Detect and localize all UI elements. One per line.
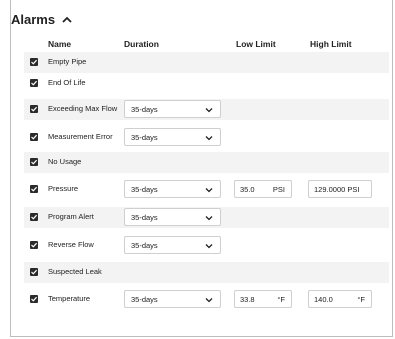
alarm-name: Exceeding Max Flow — [48, 104, 118, 113]
alarm-checkbox[interactable] — [30, 58, 38, 66]
alarm-checkbox[interactable] — [30, 185, 38, 193]
chevron-down-icon — [205, 136, 213, 141]
check-icon — [31, 80, 38, 86]
low-limit-value: 35.0 — [240, 185, 255, 194]
alarm-row: Reverse Flow 35-days — [24, 235, 389, 256]
duration-select[interactable]: 35-days — [124, 208, 221, 226]
alarm-row: Measurement Error 35-days — [24, 127, 389, 148]
section-title: Alarms — [11, 12, 56, 27]
column-header-name: Name — [48, 39, 72, 49]
alarm-checkbox[interactable] — [30, 295, 38, 303]
check-icon — [31, 296, 38, 302]
alarm-name: No Usage — [48, 157, 82, 166]
alarm-checkbox[interactable] — [30, 268, 38, 276]
high-limit-value: 129.0000 PSI — [314, 185, 360, 194]
alarm-checkbox[interactable] — [30, 241, 38, 249]
duration-value: 35-days — [131, 295, 158, 304]
column-header-high-limit: High Limit — [310, 39, 352, 49]
high-limit-value: 140.0 — [314, 295, 333, 304]
check-icon — [31, 242, 38, 248]
alarm-row: No Usage — [24, 152, 389, 173]
high-limit-input[interactable]: 129.0000 PSI — [308, 180, 372, 198]
duration-value: 35-days — [131, 105, 158, 114]
check-icon — [31, 214, 38, 220]
chevron-down-icon — [205, 244, 213, 249]
alarm-row: Program Alert 35-days — [24, 207, 389, 228]
high-limit-unit: °F — [357, 295, 365, 304]
column-header-low-limit: Low Limit — [236, 39, 276, 49]
alarm-checkbox[interactable] — [30, 105, 38, 113]
check-icon — [31, 269, 38, 275]
check-icon — [31, 134, 38, 140]
column-header-duration: Duration — [124, 39, 159, 49]
low-limit-input[interactable]: 33.8 °F — [234, 290, 292, 308]
alarm-row: Suspected Leak — [24, 262, 389, 283]
check-icon — [31, 59, 38, 65]
duration-value: 35-days — [131, 213, 158, 222]
alarm-name: Suspected Leak — [48, 267, 102, 276]
alarm-name: Program Alert — [48, 212, 94, 221]
duration-value: 35-days — [131, 185, 158, 194]
duration-value: 35-days — [131, 133, 158, 142]
check-icon — [31, 106, 38, 112]
alarm-name: Pressure — [48, 184, 79, 193]
alarm-checkbox[interactable] — [30, 213, 38, 221]
chevron-up-icon[interactable] — [61, 14, 73, 26]
chevron-down-icon — [205, 188, 213, 193]
check-icon — [31, 186, 38, 192]
alarm-checkbox[interactable] — [30, 79, 38, 87]
section-header[interactable]: Alarms — [11, 12, 73, 27]
alarm-row: Exceeding Max Flow 35-days — [24, 99, 389, 120]
alarm-name: Measurement Error — [48, 132, 113, 141]
chevron-down-icon — [205, 216, 213, 221]
alarm-name: Temperature — [48, 294, 91, 303]
low-limit-input[interactable]: 35.0 PSI — [234, 180, 292, 198]
low-limit-value: 33.8 — [240, 295, 255, 304]
alarm-row: Pressure 35-days 35.0 PSI 129.0000 PSI — [24, 179, 389, 200]
duration-select[interactable]: 35-days — [124, 236, 221, 254]
duration-select[interactable]: 35-days — [124, 128, 221, 146]
alarm-row: Temperature 35-days 33.8 °F 140.0 °F — [24, 289, 389, 310]
alarm-name: Reverse Flow — [48, 240, 94, 249]
alarm-checkbox[interactable] — [30, 158, 38, 166]
duration-select[interactable]: 35-days — [124, 290, 221, 308]
duration-value: 35-days — [131, 241, 158, 250]
chevron-down-icon — [205, 108, 213, 113]
alarm-name: Empty Pipe — [48, 57, 87, 66]
chevron-down-icon — [205, 298, 213, 303]
check-icon — [31, 159, 38, 165]
duration-select[interactable]: 35-days — [124, 100, 221, 118]
alarm-name: End Of Life — [48, 78, 86, 87]
low-limit-unit: °F — [277, 295, 285, 304]
high-limit-input[interactable]: 140.0 °F — [308, 290, 372, 308]
duration-select[interactable]: 35-days — [124, 180, 221, 198]
alarm-row: End Of Life — [24, 73, 389, 94]
alarm-row: Empty Pipe — [24, 52, 389, 73]
low-limit-unit: PSI — [272, 185, 285, 194]
alarm-checkbox[interactable] — [30, 133, 38, 141]
